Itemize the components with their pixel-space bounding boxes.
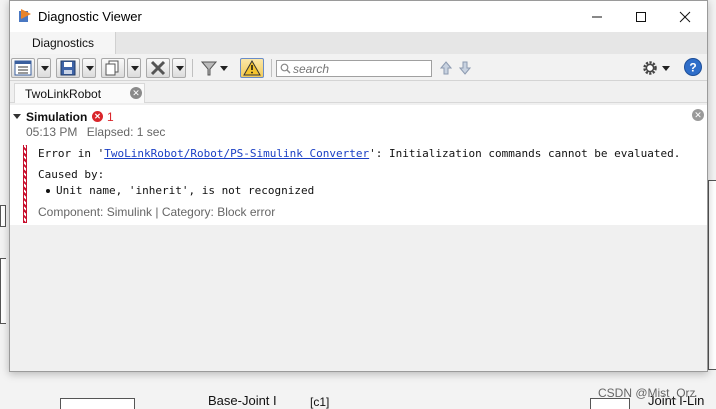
search-input[interactable] [293, 61, 429, 76]
tab-diagnostics[interactable]: Diagnostics [10, 32, 116, 54]
view-list-button[interactable] [11, 58, 35, 78]
help-button[interactable]: ? [684, 58, 702, 76]
diagnostics-report: Simulation ✕ 1 05:13 PM Elapsed: 1 sec ✕… [10, 105, 707, 225]
error-count: 1 [107, 110, 114, 124]
settings-button[interactable] [642, 59, 672, 77]
simulation-section-title: Simulation [26, 110, 88, 124]
minimize-button[interactable] [575, 1, 619, 32]
filter-funnel-icon [200, 61, 218, 76]
copy-button[interactable] [101, 58, 125, 78]
diagnostic-viewer-window: Diagnostic Viewer Diagnostics search ? T… [9, 0, 708, 372]
toolbar-separator [192, 59, 193, 77]
collapse-chevron-icon[interactable] [13, 114, 21, 119]
arrow-up-icon [439, 61, 453, 75]
title-bar: Diagnostic Viewer [10, 1, 707, 32]
close-icon [679, 11, 691, 22]
copy-dropdown[interactable] [127, 58, 141, 78]
canvas-label-base-joint: Base-Joint I [208, 393, 277, 408]
search-icon [280, 63, 291, 74]
block-path-link[interactable]: TwoLinkRobot/Robot/PS-Simulink Converter [104, 147, 369, 160]
canvas-block [708, 180, 716, 370]
dismiss-report-icon[interactable]: ✕ [692, 109, 704, 121]
simulation-time: 05:13 PM [26, 125, 78, 139]
error-icon: ✕ [92, 111, 103, 122]
minimize-icon [592, 16, 602, 17]
error-prefix: Error in ' [38, 147, 105, 160]
warning-filter-toggle[interactable] [240, 58, 264, 78]
save-button[interactable] [56, 58, 80, 78]
cause-item: Unit name, 'inherit', is not recognized [56, 184, 315, 197]
tab-twolinkrobot-label: TwoLinkRobot [25, 87, 102, 101]
tab-twolinkrobot[interactable]: TwoLinkRobot ✕ [14, 83, 145, 103]
document-tab-strip: TwoLinkRobot ✕ [10, 81, 707, 103]
close-button[interactable] [663, 1, 707, 32]
svg-text:?: ? [689, 61, 696, 75]
save-dropdown[interactable] [82, 58, 96, 78]
copy-icon [105, 60, 119, 76]
search-box[interactable] [276, 60, 432, 77]
simulation-elapsed: Elapsed: 1 sec [86, 125, 166, 139]
watermark: CSDN @Mist_Orz [598, 386, 696, 400]
view-list-dropdown[interactable] [37, 58, 51, 78]
window-title: Diagnostic Viewer [38, 9, 142, 24]
save-icon [60, 60, 76, 76]
canvas-block [0, 258, 6, 324]
ribbon-tab-strip: Diagnostics [10, 32, 707, 54]
maximize-icon [636, 11, 646, 22]
help-icon: ? [689, 61, 696, 75]
maximize-button[interactable] [619, 1, 663, 32]
canvas-label-c1: [c1] [310, 395, 330, 409]
warning-icon [243, 60, 261, 76]
caused-by-label: Caused by: [38, 168, 105, 181]
list-view-icon [14, 60, 32, 76]
component-category: Component: Simulink | Category: Block er… [38, 205, 276, 219]
canvas-block [0, 205, 6, 227]
matlab-app-icon [19, 9, 31, 22]
clear-dropdown[interactable] [172, 58, 186, 78]
clear-x-icon [150, 60, 166, 76]
filter-dropdown[interactable] [220, 66, 228, 71]
toolbar: ? [10, 54, 707, 81]
filter-button[interactable] [200, 59, 218, 77]
search-next-button[interactable] [458, 61, 472, 78]
search-previous-button[interactable] [439, 61, 453, 78]
error-stripe [23, 145, 27, 223]
gear-icon [643, 61, 657, 75]
bullet-icon [46, 189, 50, 193]
simulation-meta: 05:13 PM Elapsed: 1 sec [26, 125, 171, 139]
arrow-down-icon [458, 61, 472, 75]
canvas-block [60, 398, 135, 409]
clear-button[interactable] [146, 58, 170, 78]
error-suffix: ': Initialization commands cannot be eva… [369, 147, 681, 160]
chevron-down-icon [662, 66, 670, 71]
toolbar-separator [271, 59, 272, 77]
close-tab-icon[interactable]: ✕ [130, 87, 142, 99]
error-message: Error in 'TwoLinkRobot/Robot/PS-Simulink… [38, 147, 680, 160]
